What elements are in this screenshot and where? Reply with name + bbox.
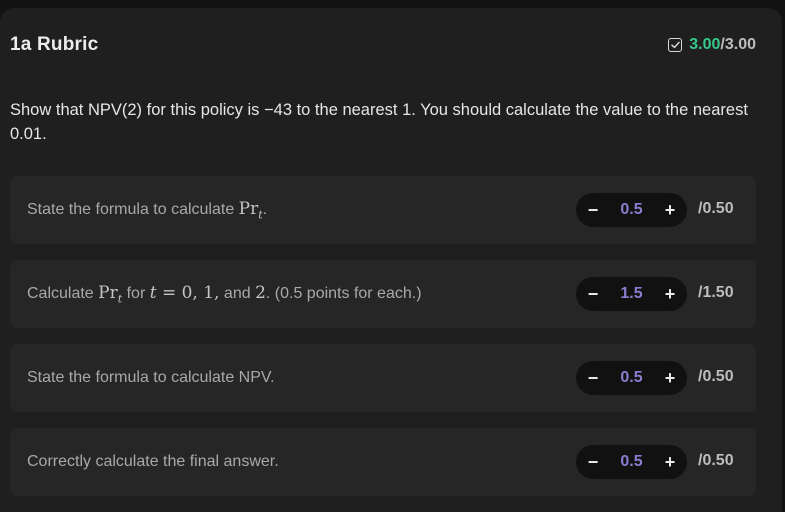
- rubric-item-label: State the formula to calculate NPV.: [27, 369, 275, 386]
- math-expression: Prt: [98, 282, 122, 305]
- math-text: Pr: [98, 282, 118, 303]
- decrement-button[interactable]: −: [582, 199, 604, 221]
- rubric-title: 1a Rubric: [10, 34, 99, 55]
- label-text: .: [262, 200, 268, 218]
- score-earned: 3.00: [689, 36, 721, 53]
- increment-button[interactable]: +: [659, 451, 681, 473]
- points-stepper: − 1.5 +: [576, 277, 687, 311]
- max-points: /0.50: [698, 452, 734, 469]
- total-score: 3.00/3.00: [668, 36, 756, 54]
- points-value[interactable]: 1.5: [620, 285, 642, 303]
- points-stepper: − 0.5 +: [576, 445, 687, 479]
- math-variable: t: [149, 282, 157, 303]
- rubric-item: Calculate Prt for t = 0, 1, and 2. (0.5 …: [10, 260, 756, 328]
- label-text: . (0.5 points for each.): [265, 284, 422, 302]
- math-text: = 0, 1,: [156, 282, 220, 303]
- increment-button[interactable]: +: [659, 199, 681, 221]
- increment-button[interactable]: +: [659, 283, 681, 305]
- decrement-button[interactable]: −: [582, 451, 604, 473]
- max-points: /0.50: [698, 200, 734, 217]
- math-expression: t = 0, 1,: [150, 283, 220, 303]
- points-stepper: − 0.5 +: [576, 361, 687, 395]
- label-text: for: [122, 284, 150, 302]
- question-text: Show that NPV(2) for this policy is −43 …: [10, 101, 748, 143]
- rubric-panel: 1a Rubric 3.00/3.00 Show that NPV(2) for…: [0, 8, 782, 512]
- increment-button[interactable]: +: [659, 367, 681, 389]
- checkbox-check-icon: [668, 38, 683, 52]
- math-text: Pr: [238, 198, 259, 219]
- points-value[interactable]: 0.5: [620, 369, 642, 387]
- label-text: and: [219, 284, 256, 302]
- decrement-button[interactable]: −: [582, 367, 604, 389]
- math-expression: Prt: [238, 198, 263, 221]
- rubric-items: State the formula to calculate Prt. − 0.…: [10, 176, 756, 512]
- rubric-header: 1a Rubric 3.00/3.00: [10, 34, 756, 56]
- decrement-button[interactable]: −: [582, 283, 604, 305]
- score-total: /3.00: [720, 36, 756, 53]
- rubric-item: State the formula to calculate Prt. − 0.…: [10, 176, 756, 244]
- rubric-item: State the formula to calculate NPV. − 0.…: [10, 344, 756, 412]
- max-points: /0.50: [698, 368, 734, 385]
- points-stepper: − 0.5 +: [576, 193, 687, 227]
- max-points: /1.50: [698, 284, 734, 301]
- rubric-item-label: Calculate Prt for t = 0, 1, and 2. (0.5 …: [27, 283, 422, 305]
- rubric-item-label: Correctly calculate the final answer.: [27, 453, 279, 470]
- label-text: Calculate: [27, 284, 99, 302]
- rubric-item-label: State the formula to calculate Prt.: [27, 199, 267, 221]
- math-expression: 2: [255, 282, 266, 303]
- points-value[interactable]: 0.5: [620, 453, 642, 471]
- rubric-item: Correctly calculate the final answer. − …: [10, 428, 756, 496]
- points-value[interactable]: 0.5: [620, 201, 642, 219]
- label-text: State the formula to calculate: [27, 200, 239, 218]
